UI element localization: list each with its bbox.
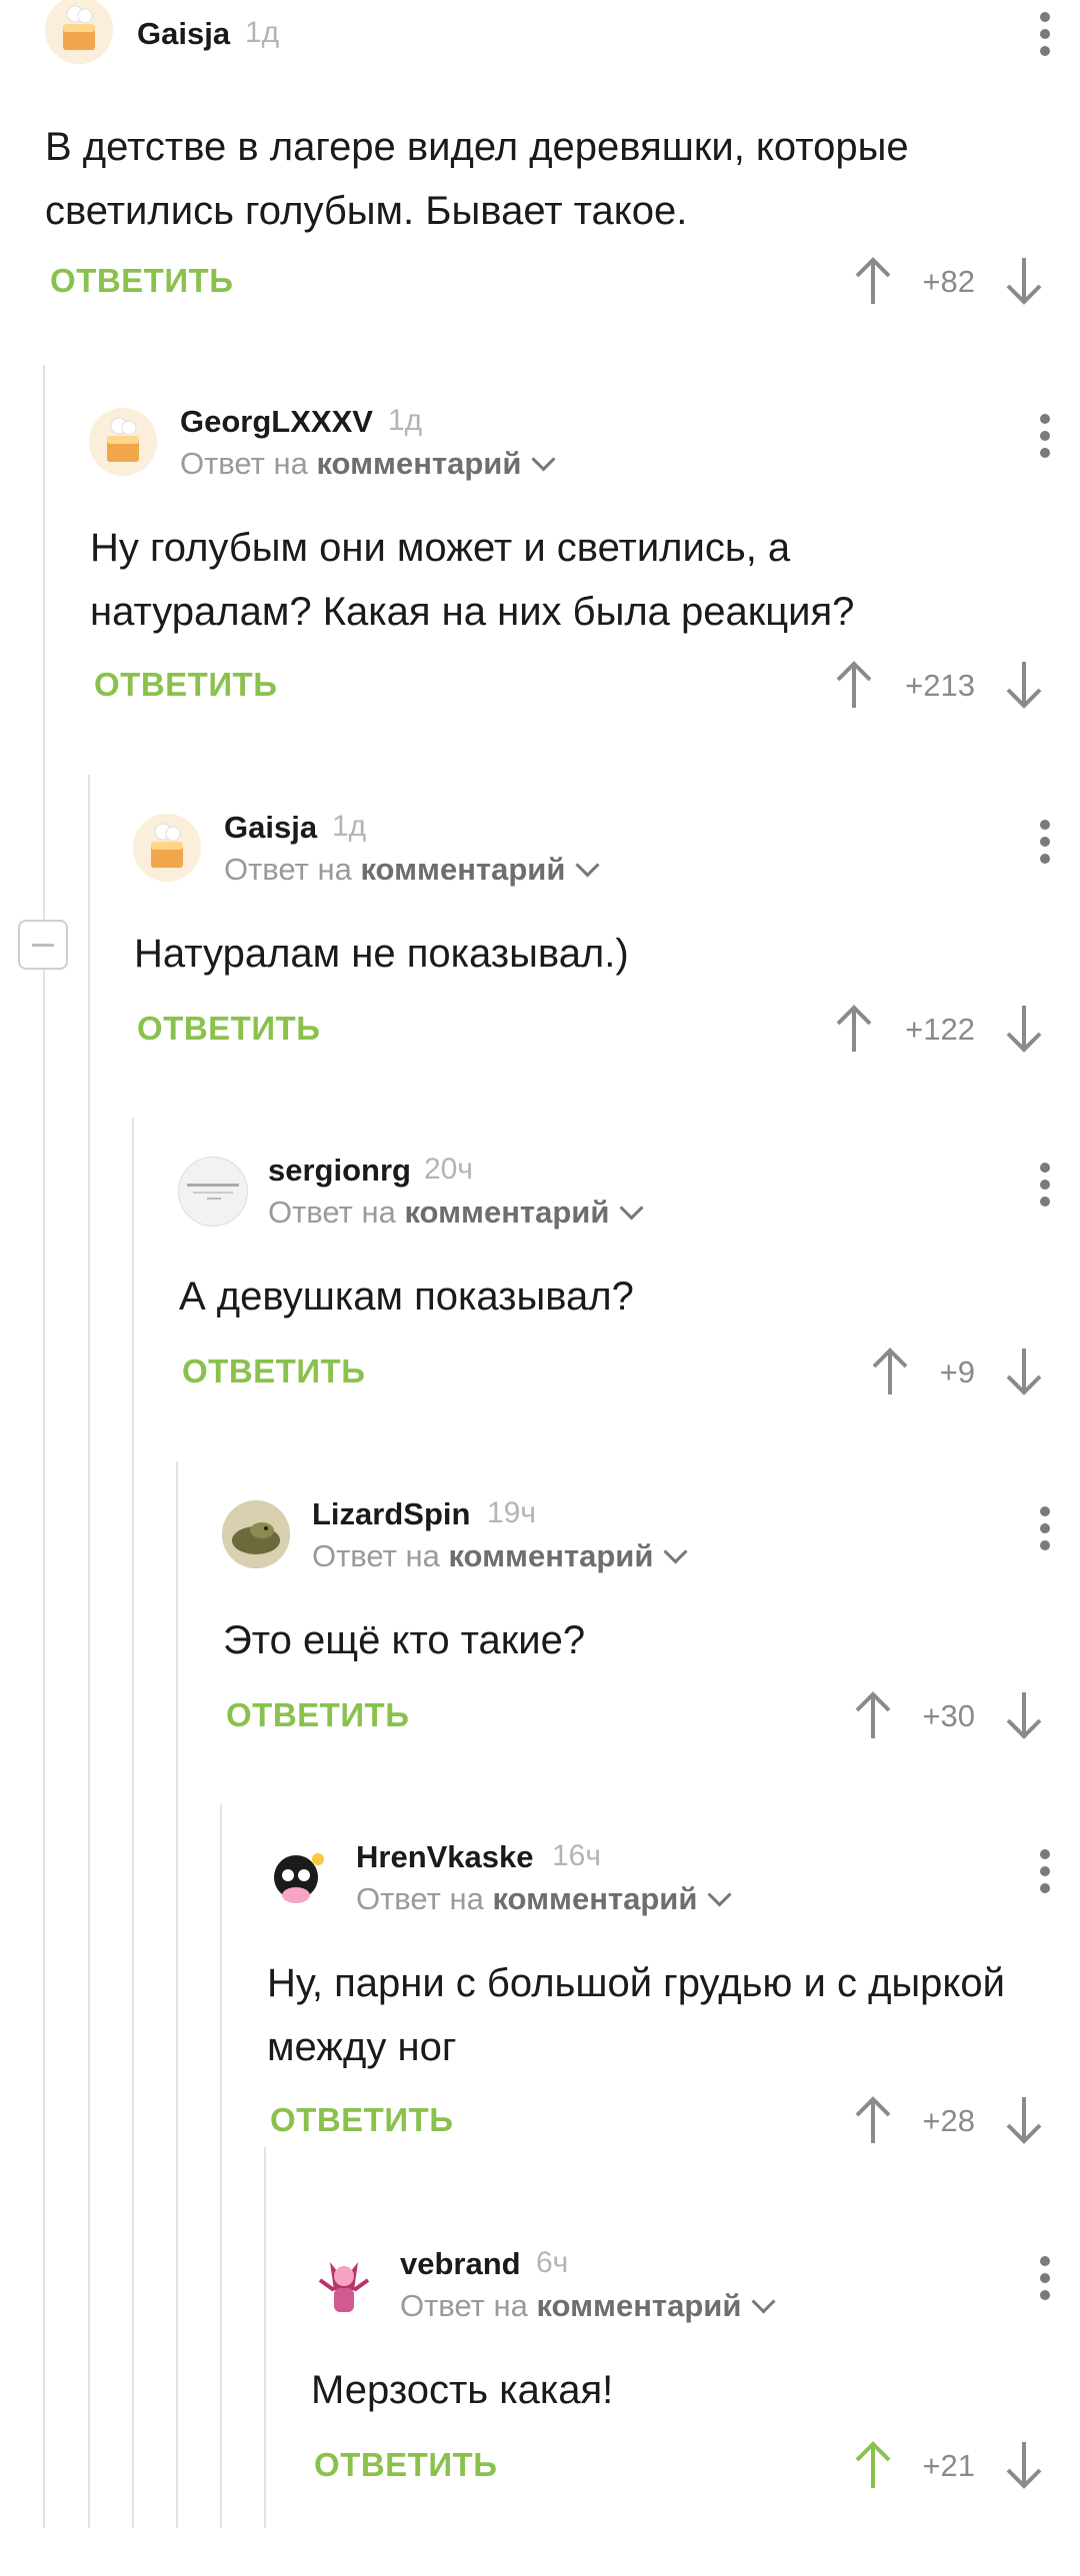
reply-button[interactable]: ОТВЕТИТЬ bbox=[182, 1352, 365, 1390]
comment: GeorgLXXXV 1д Ответ на комментарий Ну го… bbox=[0, 404, 1080, 734]
upvote-icon[interactable] bbox=[834, 1004, 874, 1054]
rating-score: +30 bbox=[922, 1698, 975, 1733]
rating-score: +213 bbox=[905, 668, 975, 703]
rating-score: +122 bbox=[905, 1012, 975, 1047]
rating-score: +82 bbox=[922, 264, 975, 299]
lizard-avatar[interactable] bbox=[222, 1500, 290, 1568]
timestamp: 16ч bbox=[552, 1839, 601, 1872]
comment: Gaisja 1д Ответ на комментарий Натуралам… bbox=[0, 810, 1080, 1140]
comment: Gaisja 1д В детстве в лагере видел дерев… bbox=[0, 0, 1080, 330]
reply-button[interactable]: ОТВЕТИТЬ bbox=[314, 2446, 497, 2484]
downvote-icon[interactable] bbox=[1004, 256, 1044, 306]
rating-score: +28 bbox=[922, 2103, 975, 2138]
reply-to-link[interactable]: Ответ на комментарий bbox=[180, 446, 556, 482]
reply-to-link[interactable]: Ответ на комментарий bbox=[356, 1881, 732, 1917]
timestamp: 20ч bbox=[424, 1153, 473, 1186]
comment: sergionrg 20ч Ответ на комментарий А дев… bbox=[0, 1153, 1080, 1482]
reply-to-link[interactable]: Ответ на комментарий bbox=[312, 1538, 688, 1574]
comment-text: Ну, парни с большой грудью и с дыркой ме… bbox=[267, 1961, 1005, 2069]
timestamp: 19ч bbox=[487, 1496, 536, 1529]
comment-text: Натуралам не показывал.) bbox=[134, 932, 629, 976]
downvote-icon[interactable] bbox=[1004, 660, 1044, 710]
downvote-icon[interactable] bbox=[1004, 1690, 1044, 1740]
username[interactable]: HrenVkaske bbox=[356, 1839, 534, 1875]
reply-to-link[interactable]: Ответ на комментарий bbox=[224, 852, 600, 888]
timestamp: 1д bbox=[332, 810, 367, 843]
more-options-icon[interactable] bbox=[1040, 2256, 1050, 2300]
reply-button[interactable]: ОТВЕТИТЬ bbox=[270, 2101, 453, 2139]
reply-button[interactable]: ОТВЕТИТЬ bbox=[94, 666, 277, 704]
chevron-down-icon bbox=[531, 447, 556, 472]
comment-text: В детстве в лагере видел деревяшки, кото… bbox=[45, 125, 909, 233]
more-options-icon[interactable] bbox=[1040, 820, 1050, 864]
more-options-icon[interactable] bbox=[1040, 1163, 1050, 1207]
pink-character-avatar[interactable] bbox=[310, 2250, 378, 2318]
reply-button[interactable]: ОТВЕТИТЬ bbox=[226, 1696, 409, 1734]
more-options-icon[interactable] bbox=[1040, 1506, 1050, 1550]
chevron-down-icon bbox=[751, 2289, 776, 2314]
reply-to-link[interactable]: Ответ на комментарий bbox=[268, 1195, 644, 1231]
downvote-icon[interactable] bbox=[1004, 1346, 1044, 1396]
rating-score: +9 bbox=[939, 1354, 975, 1389]
username[interactable]: sergionrg bbox=[268, 1153, 411, 1189]
username[interactable]: Gaisja bbox=[137, 16, 230, 52]
creature-avatar[interactable] bbox=[266, 1843, 334, 1911]
username[interactable]: GeorgLXXXV bbox=[180, 404, 373, 440]
comment-text: Ну голубым они может и светились, а нату… bbox=[90, 526, 855, 634]
username[interactable]: Gaisja bbox=[224, 810, 317, 846]
comment: HrenVkaske 16ч Ответ на комментарий Ну, … bbox=[0, 1839, 1080, 2169]
downvote-icon[interactable] bbox=[1004, 2095, 1044, 2145]
reply-button[interactable]: ОТВЕТИТЬ bbox=[50, 262, 233, 300]
downvote-icon[interactable] bbox=[1004, 2440, 1044, 2490]
reply-to-link[interactable]: Ответ на комментарий bbox=[400, 2288, 776, 2324]
chevron-down-icon bbox=[619, 1196, 644, 1221]
chevron-down-icon bbox=[663, 1539, 688, 1564]
comment-text: А девушкам показывал? bbox=[179, 1275, 634, 1318]
chevron-down-icon bbox=[575, 853, 600, 878]
downvote-icon[interactable] bbox=[1004, 1004, 1044, 1054]
comment-text: Это ещё кто такие? bbox=[223, 1618, 586, 1662]
username[interactable]: vebrand bbox=[400, 2246, 521, 2282]
more-options-icon[interactable] bbox=[1040, 1849, 1050, 1893]
chevron-down-icon bbox=[707, 1882, 732, 1907]
timestamp: 1д bbox=[245, 16, 280, 49]
cake-avatar[interactable] bbox=[133, 814, 201, 882]
timestamp: 1д bbox=[388, 404, 423, 437]
more-options-icon[interactable] bbox=[1040, 12, 1050, 56]
rating-score: +21 bbox=[922, 2448, 975, 2483]
comment: vebrand 6ч Ответ на комментарий Мерзость… bbox=[0, 2246, 1080, 2576]
timestamp: 6ч bbox=[536, 2246, 569, 2279]
cake-avatar[interactable] bbox=[45, 0, 113, 64]
upvote-icon[interactable] bbox=[834, 660, 874, 710]
comment-text: Мерзость какая! bbox=[311, 2368, 614, 2412]
comment: LizardSpin 19ч Ответ на комментарий Это … bbox=[0, 1496, 1080, 1826]
cake-avatar[interactable] bbox=[89, 408, 157, 476]
more-options-icon[interactable] bbox=[1040, 414, 1050, 458]
document-avatar[interactable] bbox=[178, 1157, 248, 1227]
reply-button[interactable]: ОТВЕТИТЬ bbox=[137, 1010, 320, 1048]
username[interactable]: LizardSpin bbox=[312, 1496, 470, 1532]
